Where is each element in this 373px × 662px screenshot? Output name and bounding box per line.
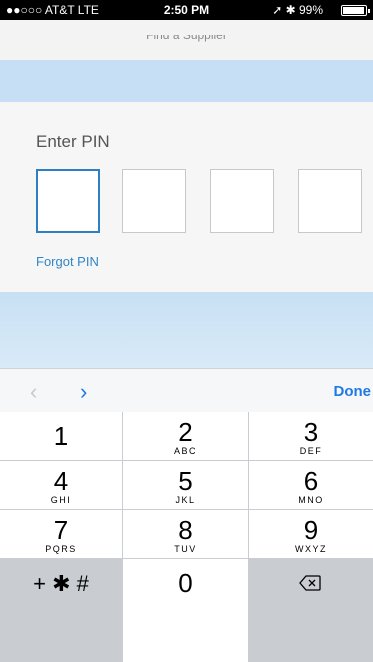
- key-9[interactable]: 9 WXYZ: [249, 510, 373, 558]
- screen: ●●○○○ AT&T LTE 2:50 PM ➚ ✱ 99% Find a Su…: [0, 0, 373, 662]
- key-4[interactable]: 4 GHI: [0, 461, 122, 509]
- pin-digit-3[interactable]: [210, 169, 274, 233]
- key-1[interactable]: 1: [0, 412, 122, 460]
- pin-digit-2[interactable]: [122, 169, 186, 233]
- pin-digit-1[interactable]: [36, 169, 100, 233]
- chevron-left-icon[interactable]: ‹: [30, 379, 37, 405]
- backspace-key[interactable]: [249, 559, 373, 662]
- done-button[interactable]: Done: [334, 383, 372, 400]
- key-5[interactable]: 5 JKL: [123, 461, 248, 509]
- key-symbols[interactable]: + ✱ #: [0, 559, 122, 662]
- status-indicators: ➚ ✱ 99%: [272, 3, 323, 17]
- key-7[interactable]: 7 PQRS: [0, 510, 122, 558]
- pin-card: Enter PIN Forgot PIN: [0, 102, 373, 292]
- status-bar: ●●○○○ AT&T LTE 2:50 PM ➚ ✱ 99%: [0, 0, 373, 20]
- page-title: Find a Supplier: [146, 35, 227, 42]
- key-3[interactable]: 3 DEF: [249, 412, 373, 460]
- header-band: [0, 60, 373, 102]
- numeric-keypad: 1 2 ABC 3 DEF 4 GHI 5 JKL 6 MNO 7 PQRS 8: [0, 412, 373, 662]
- key-6[interactable]: 6 MNO: [249, 461, 373, 509]
- pin-label: Enter PIN: [36, 132, 110, 151]
- key-0[interactable]: 0: [123, 559, 248, 662]
- nav-bar: Find a Supplier: [0, 20, 373, 60]
- key-8[interactable]: 8 TUV: [123, 510, 248, 558]
- keyboard-accessory-bar: ‹ › Done: [0, 368, 373, 412]
- backspace-icon: [299, 575, 321, 591]
- footer-band: [0, 292, 373, 368]
- forgot-pin-link[interactable]: Forgot PIN: [36, 254, 99, 269]
- chevron-right-icon[interactable]: ›: [80, 379, 87, 405]
- battery-icon: [341, 5, 370, 16]
- pin-digit-4[interactable]: [298, 169, 362, 233]
- key-2[interactable]: 2 ABC: [123, 412, 248, 460]
